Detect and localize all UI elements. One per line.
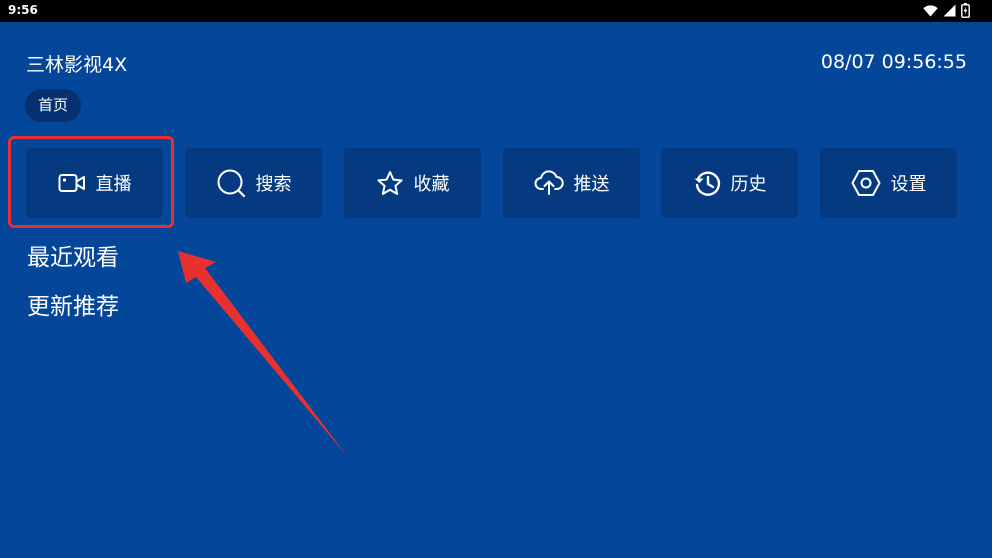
- star-icon: [376, 170, 403, 195]
- search-icon: [217, 169, 245, 198]
- settings-button-label: 设置: [890, 174, 927, 195]
- favorites-button[interactable]: 收藏: [344, 148, 481, 218]
- status-icons: [923, 3, 970, 18]
- recent-section-title: 最近观看: [27, 245, 119, 271]
- annotation-arrow: [178, 251, 347, 456]
- search-button-label: 搜索: [255, 174, 292, 195]
- favorites-button-label: 收藏: [413, 174, 450, 195]
- highlight-box: [8, 136, 174, 228]
- signal-icon: [943, 4, 956, 17]
- wifi-icon: [923, 4, 938, 16]
- cloud-upload-icon: [534, 170, 564, 195]
- clock: 08/07 09:56:55: [820, 51, 967, 73]
- recommend-section-title: 更新推荐: [27, 294, 119, 320]
- push-button[interactable]: 推送: [503, 148, 640, 218]
- push-button-label: 推送: [573, 174, 610, 195]
- tab-home[interactable]: 首页: [25, 89, 82, 122]
- battery-icon: [961, 3, 970, 18]
- history-button-label: 历史: [730, 174, 767, 195]
- settings-hexagon-icon: [851, 170, 880, 196]
- settings-button[interactable]: 设置: [820, 148, 957, 218]
- status-bar: 9:56: [0, 0, 992, 22]
- status-time: 9:56: [8, 3, 38, 17]
- history-button[interactable]: 历史: [661, 148, 798, 218]
- history-icon: [694, 171, 720, 196]
- search-button[interactable]: 搜索: [185, 148, 322, 218]
- app-title: 三林影视4X: [26, 54, 128, 76]
